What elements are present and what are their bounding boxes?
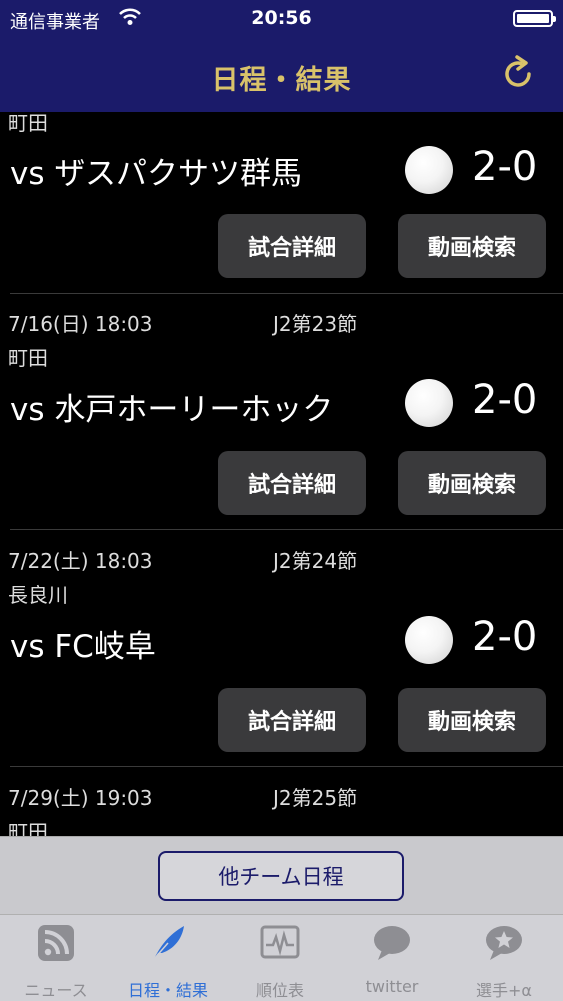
tab-label: 日程・結果 xyxy=(127,981,208,1000)
divider xyxy=(10,293,563,294)
nav-bar: 日程・結果 xyxy=(0,38,563,112)
match-opponent: vs 水戸ホーリーホック xyxy=(10,392,334,428)
match-score: 2-0 xyxy=(472,614,538,660)
result-ball-icon xyxy=(405,616,453,664)
match-detail-button[interactable]: 試合詳細 xyxy=(218,451,366,515)
tab-label: 選手+α xyxy=(476,981,532,1000)
rss-icon xyxy=(38,925,74,961)
other-schedule-panel: 他チーム日程 xyxy=(0,836,563,915)
match-score: 2-0 xyxy=(472,144,538,190)
match-venue: 町田 xyxy=(8,820,48,836)
match-opponent: vs ザスパクサツ群馬 xyxy=(10,156,303,192)
match-score: 2-0 xyxy=(472,377,538,423)
match-date: 7/22(土) 18:03 xyxy=(8,549,153,573)
tab-standings[interactable]: 順位表 xyxy=(224,915,336,1001)
match-venue: 町田 xyxy=(8,112,48,135)
match-date: 7/29(土) 19:03 xyxy=(8,786,153,810)
match-detail-button[interactable]: 試合詳細 xyxy=(218,688,366,752)
match-section: J2第25節 xyxy=(273,786,358,810)
chart-icon xyxy=(260,925,300,959)
video-search-button[interactable]: 動画検索 xyxy=(398,688,546,752)
feather-icon xyxy=(153,926,184,960)
match-date: 7/16(日) 18:03 xyxy=(8,312,153,336)
video-search-button[interactable]: 動画検索 xyxy=(398,214,546,278)
tab-players[interactable]: 選手+α xyxy=(448,915,560,1001)
star-bubble-icon xyxy=(486,926,522,960)
tab-label: ニュース xyxy=(24,981,88,1000)
speech-bubble-icon xyxy=(374,926,410,960)
match-section: J2第24節 xyxy=(273,549,358,573)
status-bar: 通信事業者 20:56 xyxy=(0,0,563,38)
tab-label: twitter xyxy=(365,977,419,996)
result-ball-icon xyxy=(405,379,453,427)
tab-label: 順位表 xyxy=(255,981,304,1000)
match-detail-button[interactable]: 試合詳細 xyxy=(218,214,366,278)
match-section: J2第23節 xyxy=(273,312,358,336)
page-title: 日程・結果 xyxy=(211,65,352,96)
battery-icon xyxy=(513,10,556,27)
other-team-schedule-button[interactable]: 他チーム日程 xyxy=(158,851,404,901)
match-opponent: vs FC岐阜 xyxy=(10,629,156,665)
match-list[interactable]: 町田 vs ザスパクサツ群馬 2-0 試合詳細 動画検索 7/16(日) 18:… xyxy=(0,112,563,836)
tab-news[interactable]: ニュース xyxy=(0,915,112,1001)
tab-twitter[interactable]: twitter xyxy=(336,915,448,1001)
match-venue: 町田 xyxy=(8,346,48,370)
result-ball-icon xyxy=(405,146,453,194)
video-search-button[interactable]: 動画検索 xyxy=(398,451,546,515)
clock: 20:56 xyxy=(251,7,312,29)
divider xyxy=(10,529,563,530)
match-venue: 長良川 xyxy=(8,583,68,607)
tab-bar: ニュース 日程・結果 順位表 twitter 選手+α xyxy=(0,914,563,1001)
tab-schedule[interactable]: 日程・結果 xyxy=(112,915,224,1001)
refresh-icon[interactable] xyxy=(499,54,539,94)
divider xyxy=(10,766,563,767)
